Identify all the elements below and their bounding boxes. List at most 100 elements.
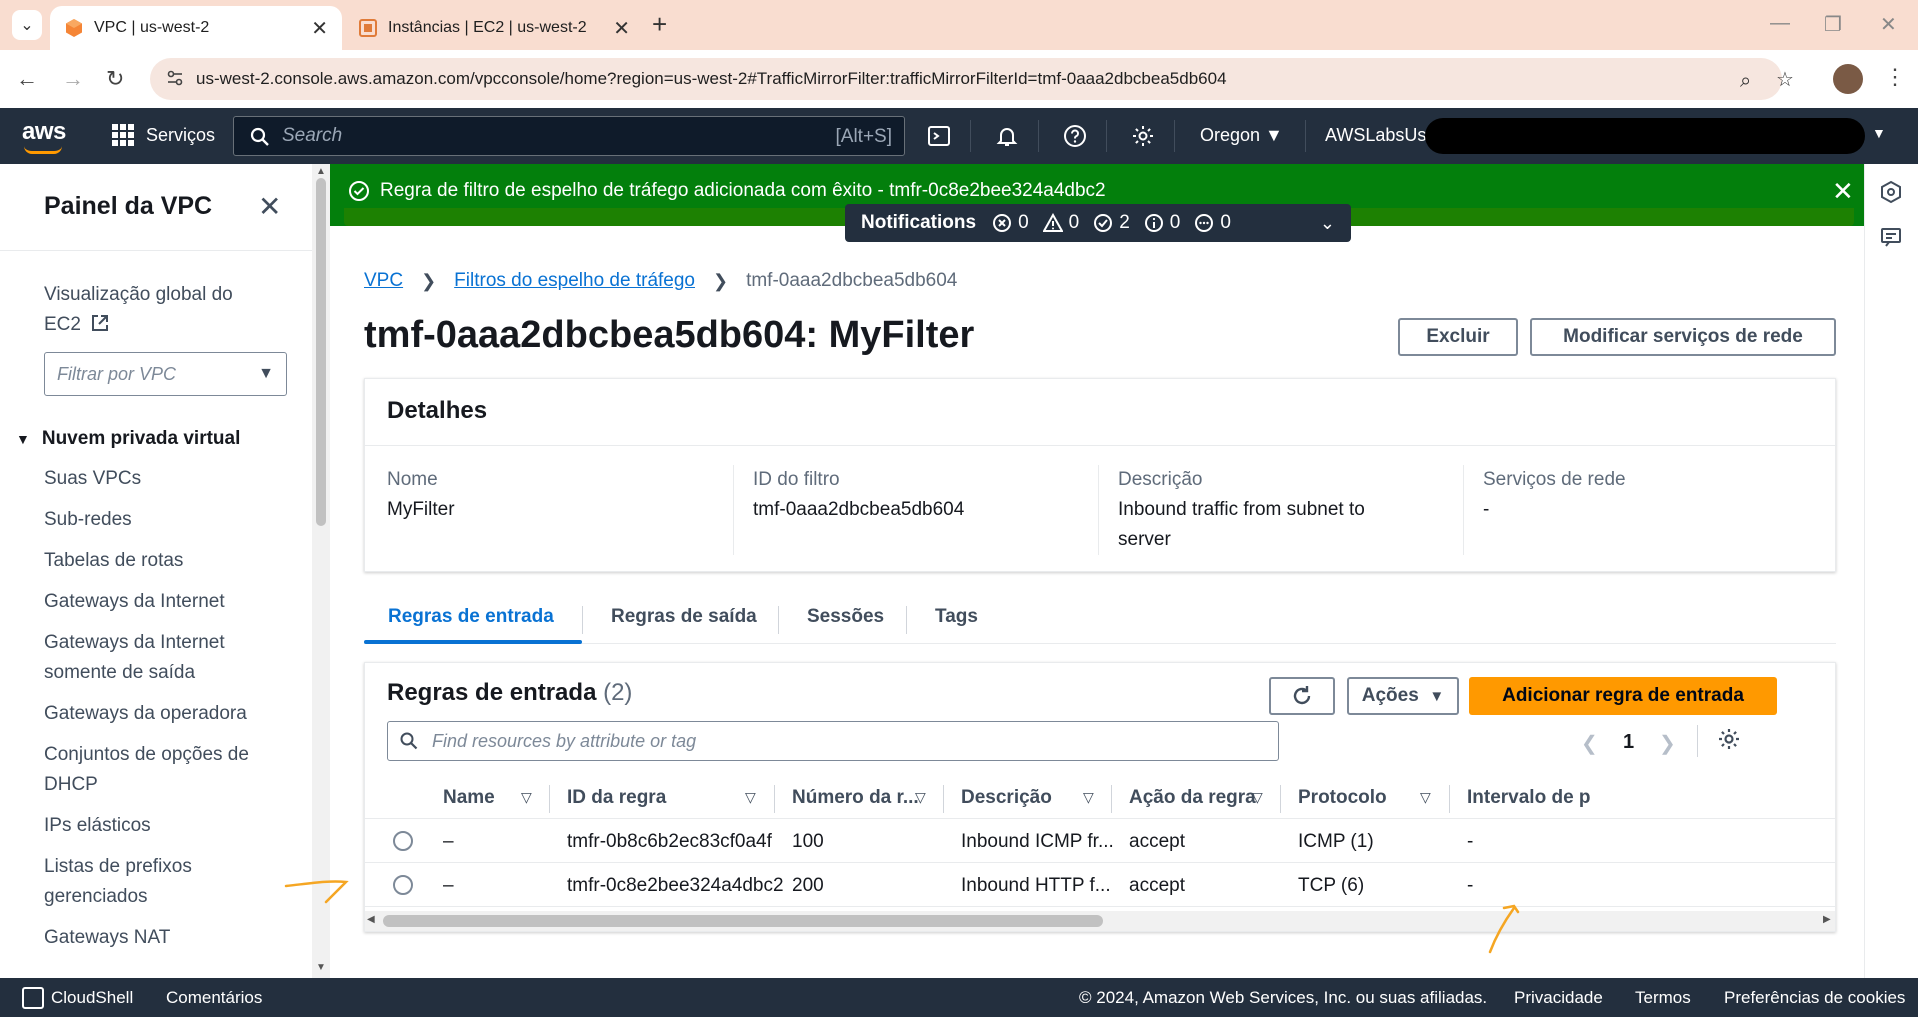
restore-icon[interactable]: ❐ <box>1824 12 1842 37</box>
notifications-bar[interactable]: Notifications 0 0 2 0 0 ⌄ <box>845 204 1351 242</box>
col-description[interactable]: Descrição <box>961 787 1052 809</box>
cloudshell-icon[interactable] <box>925 122 953 150</box>
modify-network-services-button[interactable]: Modificar serviços de rede <box>1530 318 1836 356</box>
sidebar-scroll-thumb[interactable] <box>316 178 326 526</box>
bookmark-star-icon[interactable]: ☆ <box>1776 67 1794 92</box>
sidebar-item-subnets[interactable]: Sub-redes <box>44 505 274 535</box>
actions-button[interactable]: Ações ▼ <box>1347 677 1459 715</box>
breadcrumb-filters-link[interactable]: Filtros do espelho de tráfego <box>454 270 695 292</box>
sort-icon[interactable]: ▽ <box>521 789 532 806</box>
reload-icon[interactable]: ↻ <box>106 66 124 92</box>
sidebar-scrollbar[interactable]: ▲ ▼ <box>312 164 330 978</box>
help-icon[interactable] <box>1061 122 1089 150</box>
scroll-down-icon[interactable]: ▼ <box>316 962 326 973</box>
dismiss-flash-icon[interactable]: ✕ <box>1832 176 1854 207</box>
col-name[interactable]: Name <box>443 787 495 809</box>
close-sidebar-icon[interactable]: ✕ <box>258 190 281 223</box>
sort-icon[interactable]: ▽ <box>745 789 756 806</box>
site-info-icon[interactable] <box>166 69 184 87</box>
sort-icon[interactable]: ▽ <box>915 789 926 806</box>
table-search-input[interactable]: Find resources by attribute or tag <box>387 721 1279 761</box>
chevron-down-icon[interactable]: ⌄ <box>1320 213 1335 234</box>
sort-icon[interactable]: ▽ <box>1420 789 1431 806</box>
col-port-range[interactable]: Intervalo de p <box>1467 787 1591 809</box>
tab-inbound-rules[interactable]: Regras de entrada <box>388 606 554 628</box>
feedback-panel-icon[interactable] <box>1879 226 1903 256</box>
feedback-link[interactable]: Comentários <box>166 988 262 1008</box>
account-menu[interactable]: AWSLabsUse <box>1325 125 1436 146</box>
sidebar-item-prefix-lists[interactable]: Listas de prefixos gerenciados <box>44 852 274 912</box>
tab-tags[interactable]: Tags <box>935 606 978 628</box>
sidebar-section-vpc[interactable]: ▼ Nuvem privada virtual <box>16 428 240 450</box>
new-tab-icon[interactable]: + <box>652 10 667 38</box>
scroll-up-icon[interactable]: ▲ <box>316 166 326 177</box>
settings-gear-icon[interactable] <box>1129 122 1157 150</box>
browser-tab-ec2[interactable]: Instâncias | EC2 | us-west-2 ✕ <box>344 6 644 50</box>
notifications-bell-icon[interactable] <box>993 122 1021 150</box>
sidebar-item-internet-gateways[interactable]: Gateways da Internet <box>44 587 274 617</box>
sidebar-item-route-tables[interactable]: Tabelas de rotas <box>44 546 274 576</box>
sidebar-item-elastic-ips[interactable]: IPs elásticos <box>44 811 274 841</box>
page-number[interactable]: 1 <box>1623 731 1634 754</box>
sort-icon[interactable]: ▽ <box>1252 789 1263 806</box>
browser-tab-vpc[interactable]: VPC | us-west-2 ✕ <box>50 6 342 50</box>
region-selector[interactable]: Oregon ▼ <box>1200 125 1283 146</box>
tab-search-button[interactable]: ⌄ <box>12 10 42 40</box>
profile-avatar[interactable] <box>1833 64 1863 94</box>
table-row[interactable]: – tmfr-0b8c6b2ec83cf0a4f 100 Inbound ICM… <box>365 819 1835 863</box>
col-divider[interactable] <box>774 785 775 813</box>
tab-outbound-rules[interactable]: Regras de saída <box>611 606 757 628</box>
col-divider[interactable] <box>1449 785 1450 813</box>
close-tab-icon[interactable]: ✕ <box>311 16 328 41</box>
privacy-link[interactable]: Privacidade <box>1514 988 1603 1008</box>
row-select-radio[interactable] <box>393 875 413 895</box>
col-divider[interactable] <box>1280 785 1281 813</box>
vpc-filter-select[interactable]: Filtrar por VPC ▼ <box>44 352 287 396</box>
panel-toggle-icon[interactable] <box>1879 180 1903 210</box>
row-select-radio[interactable] <box>393 831 413 851</box>
tab-sessions[interactable]: Sessões <box>807 606 884 628</box>
cloudshell-icon[interactable] <box>22 987 44 1009</box>
minimize-icon[interactable]: — <box>1770 12 1790 35</box>
delete-button[interactable]: Excluir <box>1398 318 1518 356</box>
close-tab-icon[interactable]: ✕ <box>613 16 630 41</box>
scroll-right-icon[interactable]: ▶ <box>1823 914 1831 925</box>
account-caret-icon[interactable]: ▼ <box>1872 125 1886 141</box>
cloudshell-link[interactable]: CloudShell <box>51 988 133 1008</box>
sidebar-item-dhcp-options[interactable]: Conjuntos de opções de DHCP <box>44 740 274 800</box>
services-menu[interactable]: Serviços <box>112 124 215 146</box>
browser-menu-icon[interactable]: ⋮ <box>1884 64 1906 90</box>
prev-page-icon[interactable]: ❮ <box>1581 731 1598 756</box>
forward-icon[interactable]: → <box>62 66 84 92</box>
breadcrumb-vpc-link[interactable]: VPC <box>364 270 403 292</box>
back-icon[interactable]: ← <box>16 66 38 92</box>
add-inbound-rule-button[interactable]: Adicionar regra de entrada <box>1469 677 1777 715</box>
address-bar[interactable]: us-west-2.console.aws.amazon.com/vpccons… <box>150 58 1794 100</box>
next-page-icon[interactable]: ❯ <box>1659 731 1676 756</box>
zoom-icon[interactable]: ⌕ <box>1740 70 1751 93</box>
refresh-button[interactable] <box>1269 677 1335 715</box>
close-window-icon[interactable]: ✕ <box>1880 12 1897 37</box>
scroll-left-icon[interactable]: ◀ <box>367 914 375 925</box>
sidebar-item-egress-only-gateways[interactable]: Gateways da Internet somente de saída <box>44 628 274 688</box>
col-divider[interactable] <box>1111 785 1112 813</box>
sidebar-item-carrier-gateways[interactable]: Gateways da operadora <box>44 699 274 729</box>
horizontal-scroll-thumb[interactable] <box>383 915 1103 927</box>
cookie-preferences-link[interactable]: Preferências de cookies <box>1724 988 1905 1008</box>
terms-link[interactable]: Termos <box>1635 988 1691 1008</box>
col-divider[interactable] <box>549 785 550 813</box>
sidebar-item-ec2-global-view[interactable]: Visualização global do EC2 <box>44 280 274 340</box>
table-preferences-icon[interactable] <box>1717 727 1741 757</box>
col-rule-action[interactable]: Ação da regra <box>1129 787 1256 809</box>
sidebar-item-nat-gateways[interactable]: Gateways NAT <box>44 923 274 953</box>
sidebar-item-your-vpcs[interactable]: Suas VPCs <box>44 464 274 494</box>
col-rule-number[interactable]: Número da r... <box>792 787 919 809</box>
global-search-input[interactable]: Search [Alt+S] <box>233 116 905 156</box>
aws-logo[interactable]: aws <box>22 118 66 146</box>
col-protocol[interactable]: Protocolo <box>1298 787 1387 809</box>
col-divider[interactable] <box>943 785 944 813</box>
col-rule-id[interactable]: ID da regra <box>567 787 666 809</box>
sort-icon[interactable]: ▽ <box>1083 789 1094 806</box>
table-horizontal-scrollbar[interactable]: ◀ ▶ <box>365 911 1835 931</box>
table-row[interactable]: – tmfr-0c8e2bee324a4dbc2 200 Inbound HTT… <box>365 863 1835 907</box>
